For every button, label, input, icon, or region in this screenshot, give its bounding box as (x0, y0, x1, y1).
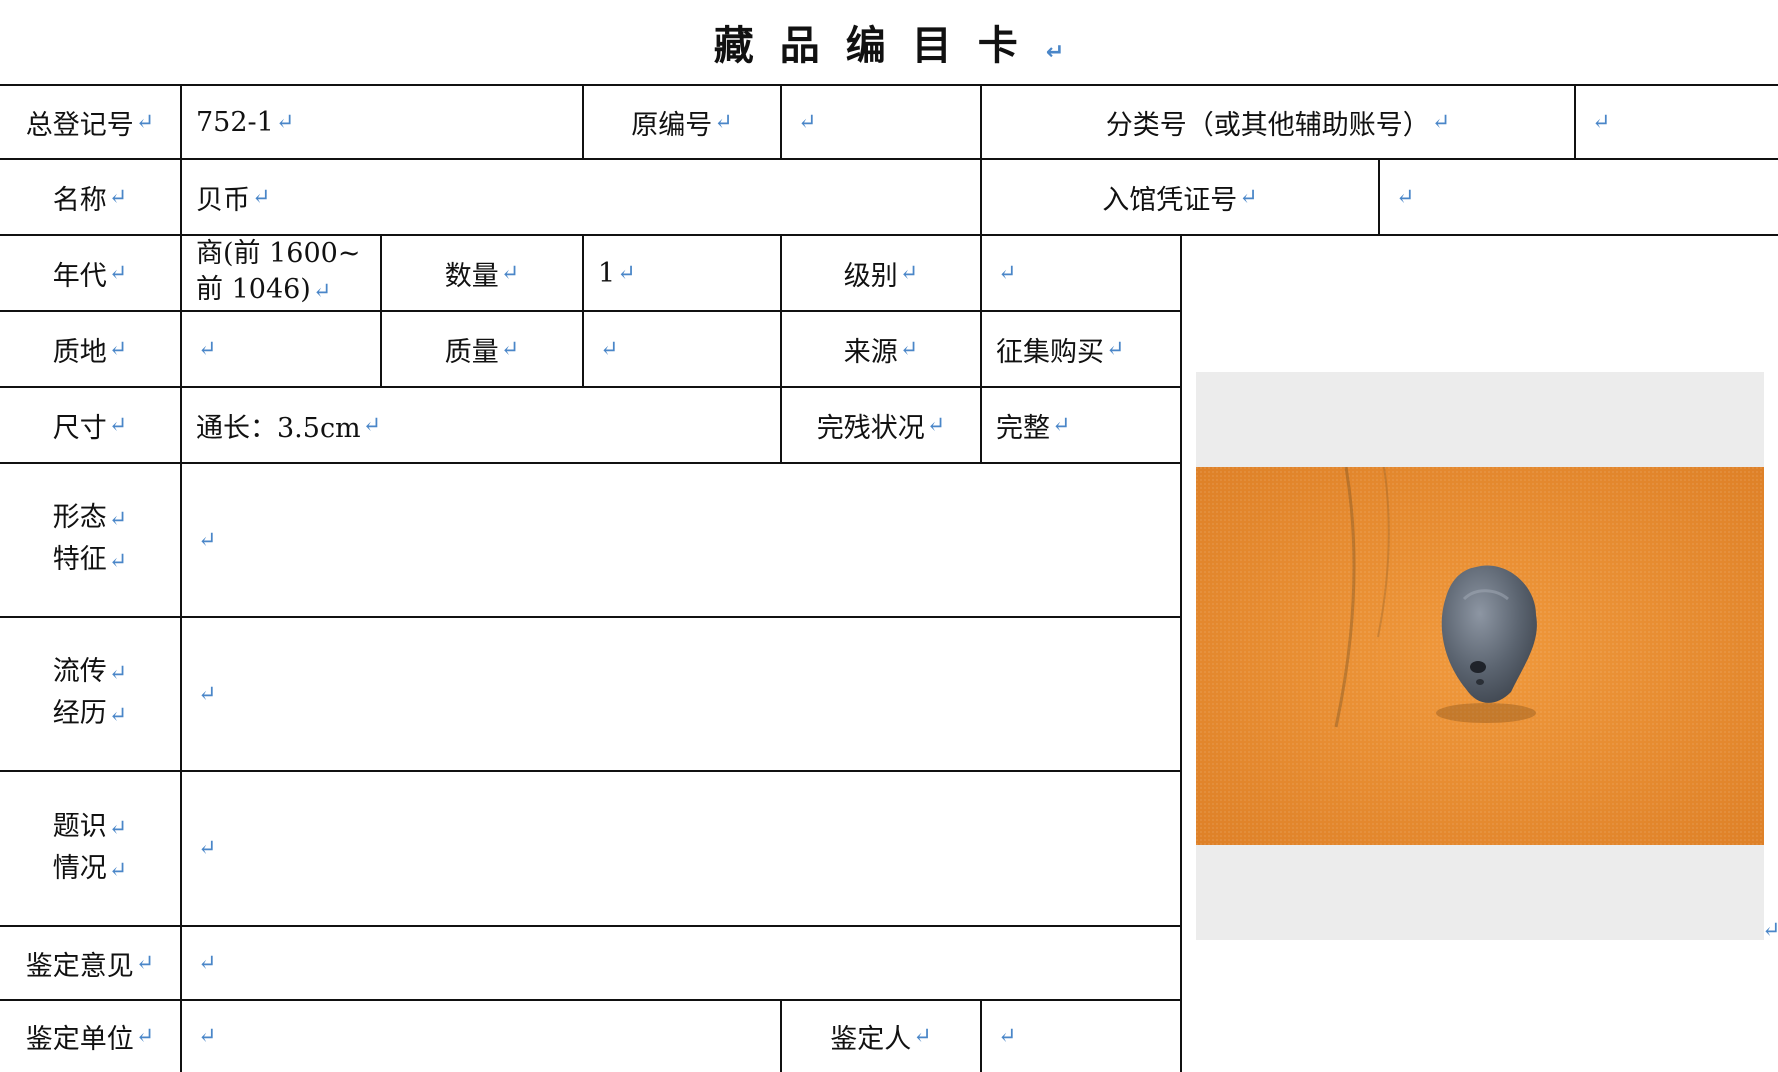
material-field[interactable]: ↵ (182, 312, 380, 386)
name-field[interactable]: 贝币 ↵ (182, 160, 980, 234)
provenance-field[interactable]: ↵ (182, 618, 1180, 770)
entry-voucher-label: 入馆凭证号 ↵ (1102, 184, 1258, 216)
form-features-label: 形态↵ 特征↵ (52, 502, 128, 575)
era-label: 年代 ↵ (52, 260, 128, 292)
grade-label: 级别 ↵ (843, 260, 919, 292)
grade-field[interactable]: ↵ (982, 236, 1180, 310)
appraiser-field[interactable]: ↵ (982, 1001, 1180, 1072)
appraisal-unit-label: 鉴定单位 ↵ (25, 1024, 155, 1055)
provenance-label: 流传↵ 经历↵ (52, 656, 128, 729)
era-field[interactable]: 商(前 1600~ 前 1046)↵ (182, 236, 380, 310)
appraiser-label: 鉴定人 ↵ (830, 1024, 932, 1055)
original-number-label: 原编号 ↵ (631, 109, 733, 141)
inscriptions-label: 题识↵ 情况↵ (52, 810, 128, 884)
artifact-photo[interactable] (1196, 467, 1764, 845)
artifact-photo-frame (1196, 372, 1764, 940)
registration-number-field[interactable]: 752-1 ↵ (182, 86, 582, 158)
material-label: 质地 ↵ (52, 336, 128, 368)
form-features-field[interactable]: ↵ (182, 464, 1180, 616)
appraisal-opinion-label: 鉴定意见 ↵ (25, 950, 155, 982)
mass-label: 质量 ↵ (444, 336, 520, 368)
source-field[interactable]: 征集购买 ↵ (982, 312, 1180, 386)
inscriptions-field[interactable]: ↵ (182, 772, 1180, 925)
original-number-field[interactable]: ↵ (782, 86, 980, 158)
name-label: 名称 ↵ (52, 184, 128, 216)
condition-label: 完残状况 ↵ (816, 412, 946, 444)
mass-field[interactable]: ↵ (584, 312, 780, 386)
appraisal-opinion-field[interactable]: ↵ (182, 927, 1180, 999)
classification-number-field[interactable]: ↵ (1576, 86, 1778, 158)
condition-field[interactable]: 完整 ↵ (982, 388, 1180, 462)
registration-number-label: 总登记号 ↵ (25, 109, 155, 141)
dimensions-field[interactable]: 通长：3.5cm ↵ (182, 388, 780, 462)
return-mark: ↵ (1762, 918, 1778, 943)
grid-line (1180, 234, 1182, 1072)
entry-voucher-field[interactable]: ↵ (1380, 160, 1778, 234)
source-label: 来源 ↵ (843, 336, 919, 368)
quantity-label: 数量 ↵ (444, 260, 520, 292)
classification-number-label: 分类号（或其他辅助账号） ↵ (1105, 109, 1451, 141)
shell-coin-photo (1196, 467, 1764, 845)
card-title: 藏品编目卡↵ (713, 23, 1065, 69)
quantity-field[interactable]: 1 ↵ (584, 236, 780, 310)
dimensions-label: 尺寸 ↵ (52, 412, 128, 444)
appraisal-unit-field[interactable]: ↵ (182, 1001, 780, 1072)
